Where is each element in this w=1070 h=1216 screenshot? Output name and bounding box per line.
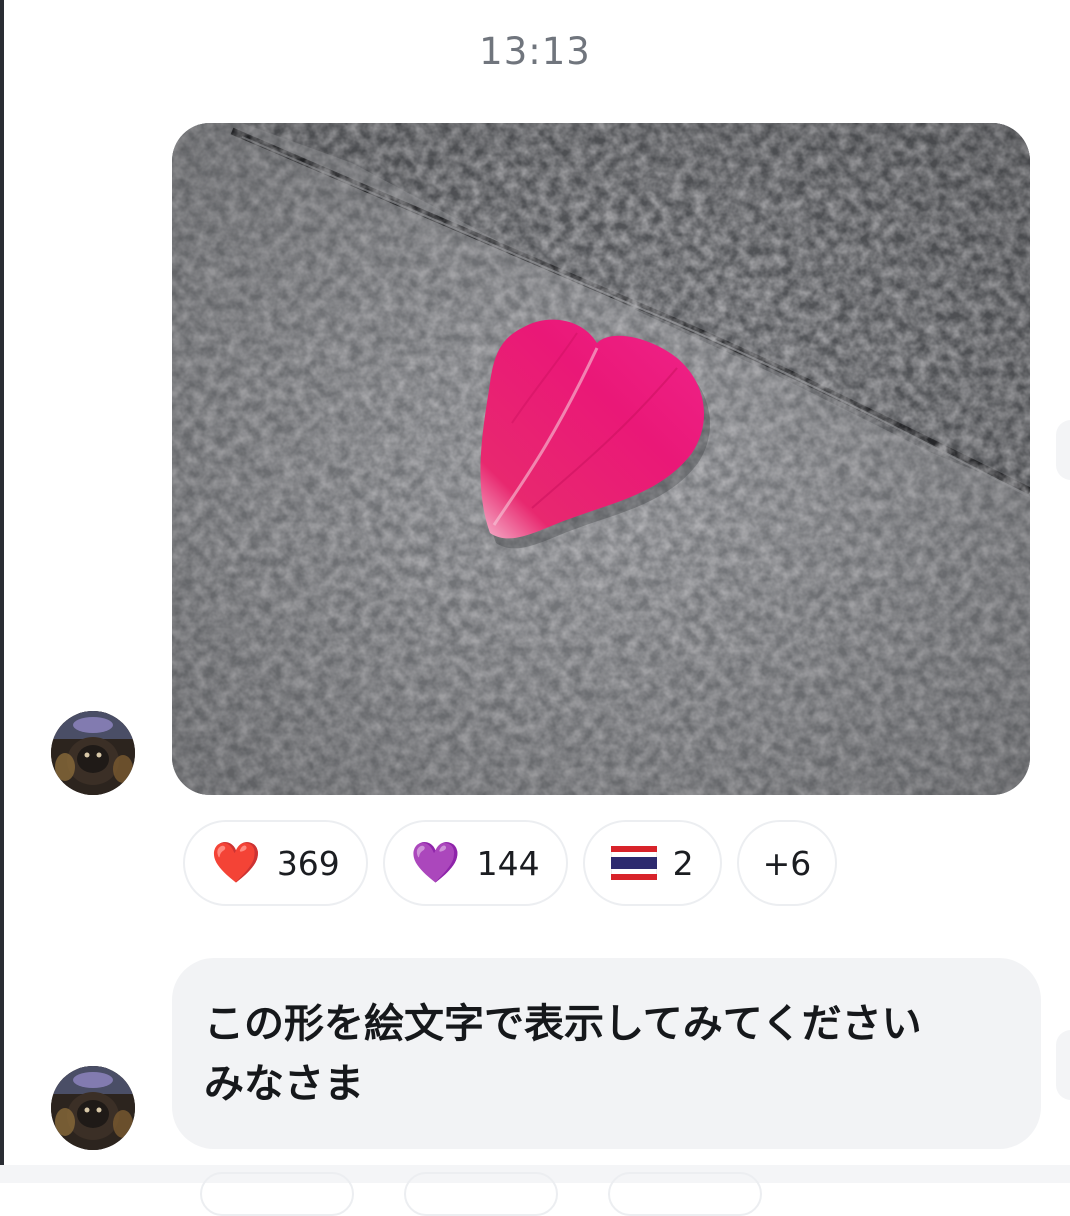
avatar-image <box>51 711 135 795</box>
more-reactions-count: +6 <box>762 843 812 883</box>
more-reactions-button[interactable]: +6 <box>736 820 838 906</box>
adjacent-bubble-edge <box>1056 1030 1070 1100</box>
reaction-chip-purple-heart[interactable]: 💜 144 <box>382 820 568 906</box>
reaction-chip-partial <box>608 1172 762 1216</box>
reaction-bar: ❤️ 369 💜 144 2 +6 <box>183 820 838 906</box>
avatar-image <box>51 1066 135 1150</box>
window-edge <box>0 0 4 1183</box>
reaction-count: 369 <box>276 843 340 883</box>
sender-avatar[interactable] <box>51 711 135 795</box>
petal-photo <box>172 123 1030 795</box>
message-line: この形を絵文字で表示してみてください <box>204 1001 922 1047</box>
reaction-count: 2 <box>672 843 694 883</box>
reaction-chip-red-heart[interactable]: ❤️ 369 <box>183 820 368 906</box>
thailand-flag-icon <box>610 846 657 880</box>
message-line: みなさま <box>204 1061 364 1107</box>
sender-avatar[interactable] <box>51 1066 135 1150</box>
next-reaction-row <box>200 1172 762 1216</box>
text-message-bubble[interactable]: この形を絵文字で表示してみてください みなさま <box>172 958 1041 1149</box>
red-heart-icon: ❤️ <box>211 840 261 886</box>
reaction-chip-thailand-flag[interactable]: 2 <box>582 820 722 906</box>
reaction-count: 144 <box>476 843 540 883</box>
message-timestamp: 13:13 <box>479 30 591 73</box>
reaction-chip-partial <box>200 1172 354 1216</box>
photo-message[interactable] <box>172 123 1030 795</box>
purple-heart-icon: 💜 <box>410 840 461 886</box>
reaction-chip-partial <box>404 1172 558 1216</box>
adjacent-bubble-edge <box>1056 420 1070 480</box>
